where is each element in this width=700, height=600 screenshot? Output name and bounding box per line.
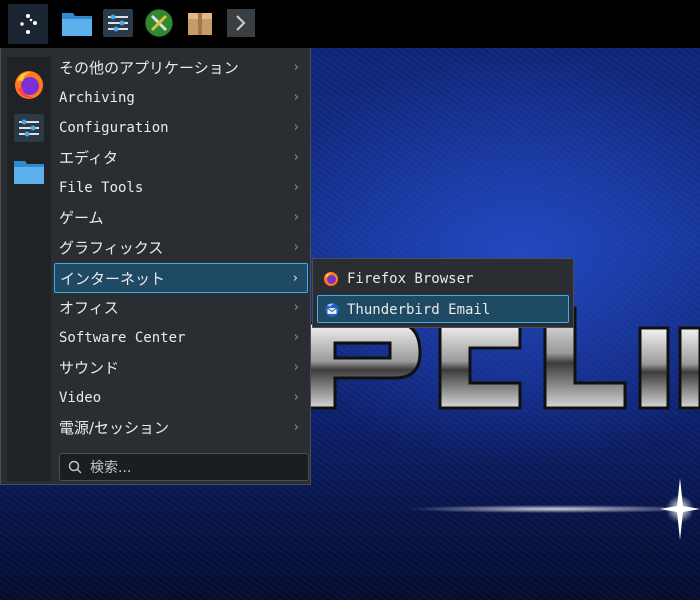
category-graphics[interactable]: グラフィックス ›	[54, 233, 308, 263]
category-label: File Tools	[59, 180, 144, 196]
chevron-right-icon: ›	[293, 180, 299, 195]
category-sound[interactable]: サウンド ›	[54, 353, 308, 383]
chevron-right-icon: ›	[293, 60, 299, 75]
category-label: オフィス	[59, 299, 119, 317]
terminal-button[interactable]	[224, 6, 258, 40]
category-label: ゲーム	[59, 209, 104, 227]
category-label: Archiving	[59, 90, 135, 106]
application-menu: その他のアプリケーション › Archiving › Configuration…	[0, 48, 311, 485]
chevron-right-icon: ›	[293, 120, 299, 135]
submenu-item-label: Thunderbird Email	[347, 302, 491, 318]
search-icon	[68, 460, 82, 474]
category-configuration[interactable]: Configuration ›	[54, 113, 308, 143]
package-manager-button[interactable]	[183, 6, 217, 40]
chevron-right-icon: ›	[293, 420, 299, 435]
favorite-system-settings[interactable]	[13, 112, 45, 144]
sliders-icon	[14, 114, 44, 142]
firefox-icon	[15, 71, 43, 99]
category-video[interactable]: Video ›	[54, 383, 308, 413]
chevron-right-icon: ›	[292, 271, 298, 286]
category-internet[interactable]: インターネット ›	[54, 263, 308, 293]
system-settings-button[interactable]	[101, 6, 135, 40]
category-label: インターネット	[60, 270, 166, 288]
category-software-center[interactable]: Software Center ›	[54, 323, 308, 353]
chevron-right-icon: ›	[293, 330, 299, 345]
category-power-session[interactable]: 電源/セッション ›	[54, 413, 308, 443]
chevron-right-icon: ›	[293, 90, 299, 105]
package-box-icon	[188, 13, 212, 35]
favorites-sidebar	[7, 57, 51, 481]
folder-icon	[14, 161, 44, 184]
category-label: サウンド	[59, 359, 120, 377]
wrench-screwdriver-icon	[144, 8, 174, 38]
application-launcher-button[interactable]	[8, 4, 48, 44]
sliders-icon	[103, 9, 133, 37]
file-manager-button[interactable]	[60, 6, 94, 40]
tools-button[interactable]	[142, 6, 176, 40]
category-games[interactable]: ゲーム ›	[54, 203, 308, 233]
category-list: その他のアプリケーション › Archiving › Configuration…	[54, 53, 308, 443]
chevron-right-icon: ›	[293, 390, 299, 405]
category-office[interactable]: オフィス ›	[54, 293, 308, 323]
chevron-right-icon: ›	[293, 210, 299, 225]
terminal-icon	[227, 9, 255, 37]
thunderbird-icon	[325, 303, 339, 317]
category-label: Video	[59, 390, 102, 406]
internet-submenu: Firefox Browser Thunderbird Email	[312, 258, 574, 328]
submenu-item-thunderbird[interactable]: Thunderbird Email	[317, 295, 569, 323]
category-archiving[interactable]: Archiving ›	[54, 83, 308, 113]
category-label: Software Center	[59, 330, 186, 346]
favorite-firefox[interactable]	[13, 69, 45, 101]
folder-icon	[62, 13, 92, 36]
category-label: Configuration	[59, 120, 169, 136]
category-label: グラフィックス	[59, 239, 164, 257]
chevron-right-icon: ›	[293, 360, 299, 375]
category-label: その他のアプリケーション	[59, 59, 239, 77]
chevron-right-icon: ›	[293, 150, 299, 165]
submenu-item-label: Firefox Browser	[347, 271, 474, 287]
category-file-tools[interactable]: File Tools ›	[54, 173, 308, 203]
chevron-right-icon: ›	[293, 240, 299, 255]
category-editors[interactable]: エディタ ›	[54, 143, 308, 173]
submenu-item-firefox[interactable]: Firefox Browser	[317, 265, 569, 293]
search-box[interactable]	[59, 453, 309, 481]
chevron-right-icon: ›	[293, 300, 299, 315]
category-other-applications[interactable]: その他のアプリケーション ›	[54, 53, 308, 83]
category-label: エディタ	[59, 149, 118, 167]
search-input[interactable]	[88, 456, 302, 480]
favorite-file-manager[interactable]	[13, 155, 45, 187]
launcher-dots-icon	[20, 14, 37, 34]
firefox-icon	[324, 272, 338, 286]
category-label: 電源/セッション	[59, 419, 170, 437]
top-panel	[0, 0, 700, 48]
